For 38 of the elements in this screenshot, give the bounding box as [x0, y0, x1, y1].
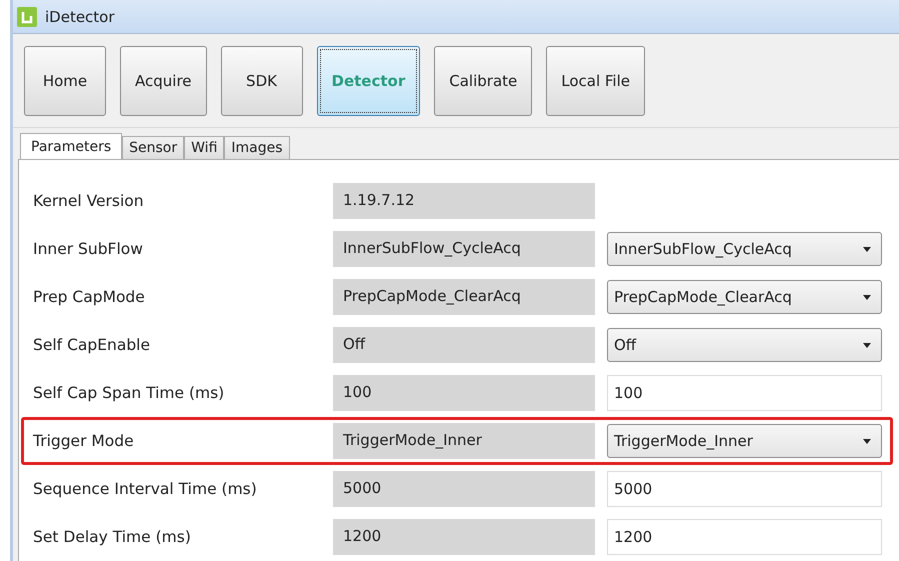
- window-title: iDetector: [45, 8, 115, 26]
- current-value-field: 1.19.7.12: [333, 183, 595, 219]
- app-logo-icon: [17, 6, 37, 27]
- current-value-field: TriggerMode_Inner: [333, 423, 595, 459]
- toolbar-button[interactable]: Calibrate: [434, 46, 532, 116]
- tab[interactable]: Images: [224, 136, 290, 159]
- tab[interactable]: Wifi: [184, 136, 224, 159]
- dropdown[interactable]: Off: [607, 328, 882, 362]
- dropdown[interactable]: TriggerMode_Inner: [607, 424, 882, 458]
- caret-icon: [863, 294, 871, 300]
- dropdown[interactable]: PrepCapMode_ClearAcq: [607, 280, 882, 314]
- current-value-field: 5000: [333, 471, 595, 507]
- input-field[interactable]: 5000: [607, 471, 882, 507]
- parameter-label: Self CapEnable: [33, 336, 152, 354]
- parameter-label: Prep CapMode: [33, 288, 146, 306]
- parameter-label: Sequence Interval Time (ms): [33, 480, 258, 498]
- tab[interactable]: Sensor: [122, 136, 184, 159]
- parameter-label: Kernel Version: [33, 192, 145, 210]
- caret-icon: [863, 246, 871, 252]
- toolbar-button[interactable]: SDK: [220, 46, 303, 116]
- caret-icon: [863, 438, 871, 444]
- current-value-field: 100: [333, 375, 595, 411]
- parameter-label: Trigger Mode: [33, 432, 135, 450]
- current-value-field: InnerSubFlow_CycleAcq: [333, 231, 595, 267]
- toolbar-button[interactable]: Local File: [546, 46, 645, 116]
- parameter-label: Set Delay Time (ms): [33, 528, 192, 546]
- current-value-field: 1200: [333, 519, 595, 555]
- toolbar-button[interactable]: Home: [24, 46, 106, 116]
- dropdown[interactable]: InnerSubFlow_CycleAcq: [607, 232, 882, 266]
- tab[interactable]: Parameters: [20, 133, 122, 159]
- input-field[interactable]: 1200: [607, 519, 882, 555]
- toolbar-button[interactable]: Acquire: [120, 46, 207, 116]
- parameter-label: Self Cap Span Time (ms): [33, 384, 226, 402]
- caret-icon: [863, 342, 871, 348]
- parameter-label: Inner SubFlow: [33, 240, 144, 258]
- current-value-field: PrepCapMode_ClearAcq: [333, 279, 595, 315]
- current-value-field: Off: [333, 327, 595, 363]
- input-field[interactable]: 100: [607, 375, 882, 411]
